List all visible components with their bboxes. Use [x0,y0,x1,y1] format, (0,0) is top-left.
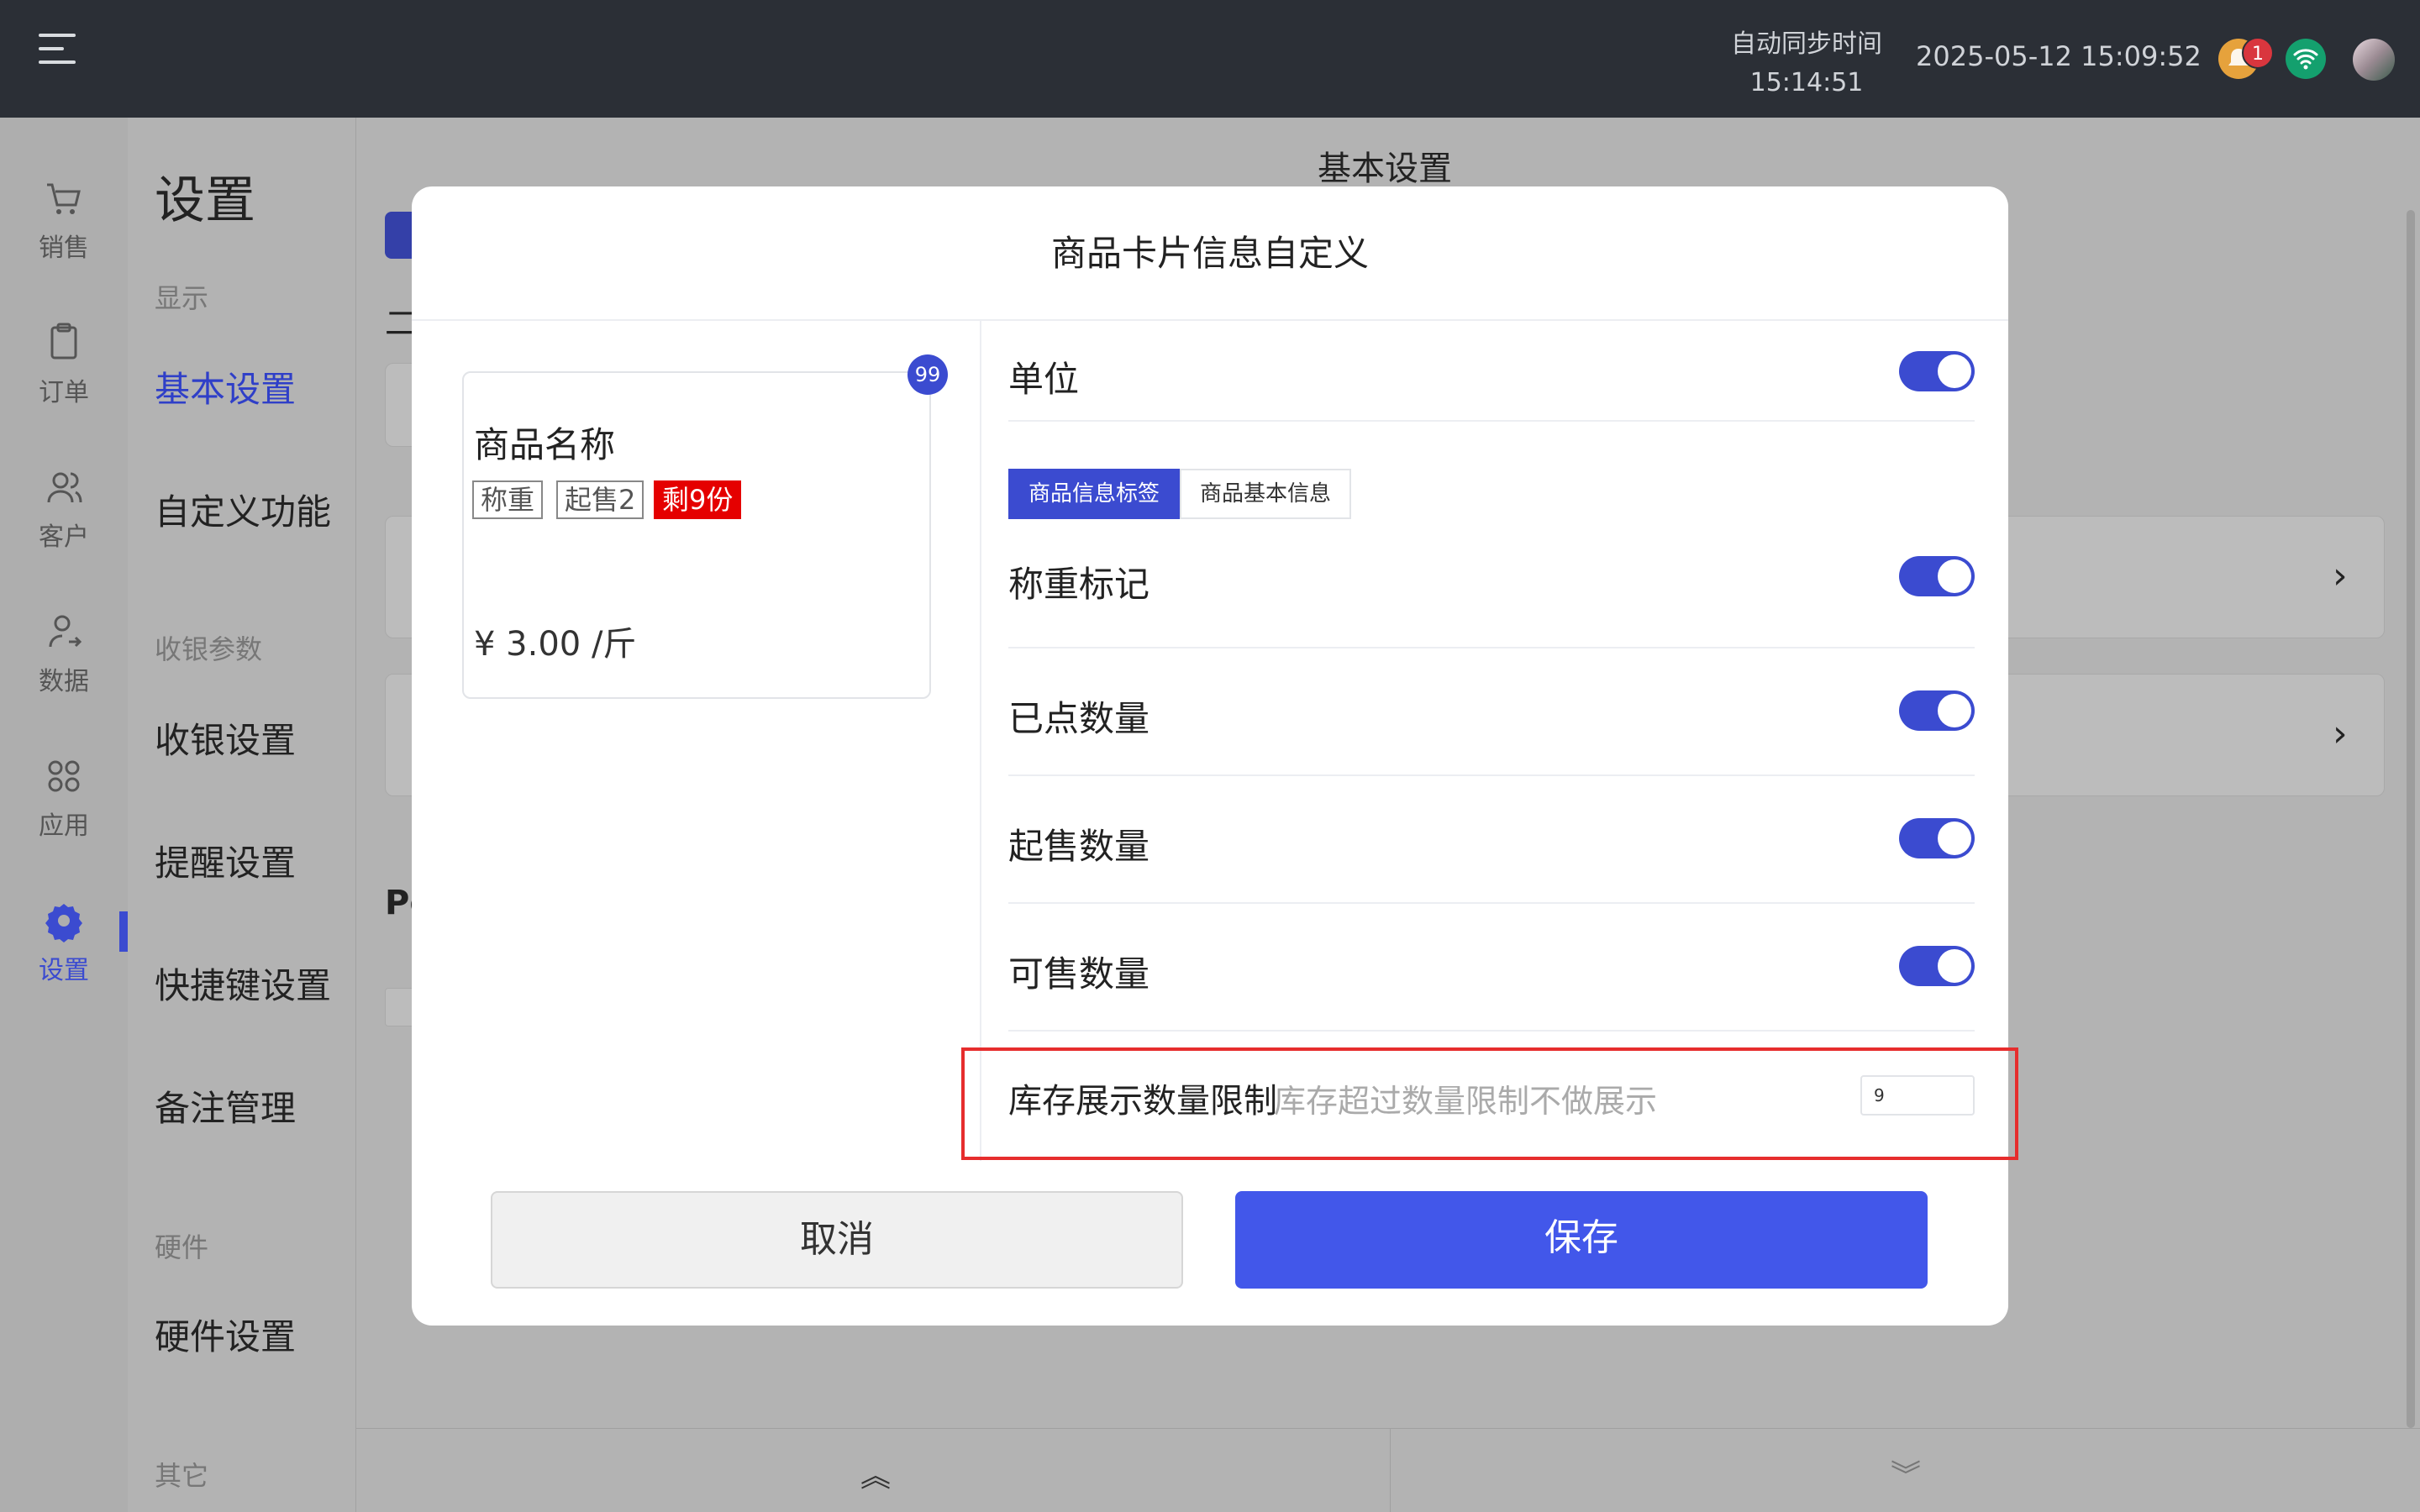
nav-item-customers[interactable]: 客户 [0,449,128,575]
subnav-title: 设置 [155,171,255,230]
notification-badge: 1 [2242,37,2274,69]
cart-icon [47,183,81,214]
nav-label: 应用 [39,811,89,841]
nav-item-data[interactable]: 数据 [0,593,128,719]
avatar[interactable] [2353,39,2395,81]
nav-item-sales[interactable]: 销售 [0,160,128,286]
product-price: ¥ 3.00 /斤 [474,625,637,664]
subnav-group-display: 显示 [155,282,209,314]
sync-time: 15:14:51 [1749,68,1864,97]
current-datetime: 2025-05-12 15:09:52 [1916,40,2202,72]
sync-info: 自动同步时间 15:14:51 [1714,25,1899,102]
subnav-group-other: 其它 [155,1460,209,1492]
product-card-preview: 商品名称 称重 起售2 剩9份 ¥ 3.00 /斤 [462,371,931,699]
card-preview-panel: 商品名称 称重 起售2 剩9份 ¥ 3.00 /斤 99 [412,321,981,1161]
nav-item-orders[interactable]: 订单 [0,304,128,430]
chevron-right-icon: › [2333,712,2348,755]
subnav-group-cashier: 收银参数 [155,633,263,665]
settings-subnav: 设置 显示 基本设置 自定义功能 收银参数 收银设置 提醒设置 快捷键设置 备注… [128,118,356,1512]
scrollbar[interactable] [2407,210,2415,1428]
nav-active-indicator [119,911,128,952]
cancel-button[interactable]: 取消 [491,1191,1183,1289]
subnav-item-shortcut[interactable]: 快捷键设置 [155,958,331,1009]
double-chevron-up-icon[interactable]: ︽ [860,1452,891,1495]
top-bar: 自动同步时间 15:14:51 2025-05-12 15:09:52 1 [0,0,2420,118]
subnav-item-basic[interactable]: 基本设置 [155,361,296,412]
sync-label: 自动同步时间 [1731,29,1882,59]
subnav-item-custom[interactable]: 自定义功能 [155,484,331,535]
tag-weighing: 称重 [472,480,544,519]
save-button[interactable]: 保存 [1235,1191,1928,1289]
nav-item-settings[interactable]: 设置 [0,882,128,1008]
wifi-icon[interactable] [2286,39,2326,79]
nav-label: 销售 [39,234,89,263]
subnav-group-hardware: 硬件 [155,1231,209,1263]
quantity-badge: 99 [908,354,948,395]
bottom-pager [356,1428,2420,1512]
nav-label: 客户 [39,522,89,552]
tag-min-sale: 起售2 [556,480,644,519]
page-title: 基本设置 [1318,150,1452,188]
users-icon [47,472,82,503]
menu-icon[interactable] [39,34,76,67]
nav-label: 设置 [39,956,89,985]
subnav-item-reminder[interactable]: 提醒设置 [155,835,296,886]
subnav-item-hardware[interactable]: 硬件设置 [155,1309,296,1360]
user-arrow-icon [49,615,82,648]
subnav-item-cashier[interactable]: 收银设置 [155,712,296,764]
tag-remaining: 剩9份 [654,480,742,519]
main-nav: 销售 订单 客户 数据 应用 设置 [0,118,128,1512]
highlight-annotation [961,1047,2018,1160]
product-name: 商品名称 [474,424,616,465]
apps-icon [48,760,80,792]
nav-label: 订单 [39,378,89,407]
gear-icon [45,904,82,942]
double-chevron-down-icon[interactable]: ︾ [1891,1452,1921,1495]
subnav-item-notes[interactable]: 备注管理 [155,1080,296,1131]
chevron-right-icon: › [2333,554,2348,597]
clipboard-icon [50,323,77,360]
nav-label: 数据 [39,667,89,696]
nav-item-apps[interactable]: 应用 [0,738,128,864]
